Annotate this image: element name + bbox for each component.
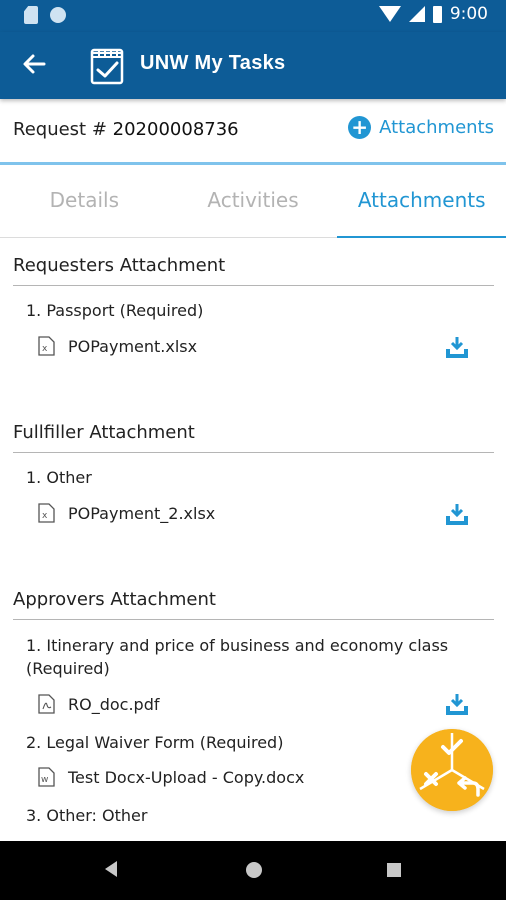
attachment-item-label: 1. Passport (Required) (26, 301, 204, 320)
tab-attachments[interactable]: Attachments (337, 165, 506, 238)
tab-bar: Details Activities Attachments (0, 165, 506, 238)
section-title-fulfiller: Fullfiller Attachment (13, 422, 195, 443)
excel-file-icon: x (38, 336, 55, 356)
svg-text:x: x (42, 344, 48, 354)
status-bar: 9:00 (0, 0, 506, 32)
plus-circle-icon: + (348, 116, 372, 139)
section-divider (13, 285, 494, 286)
nav-home-icon[interactable] (246, 862, 262, 878)
word-file-icon: w (38, 767, 55, 787)
tab-activities[interactable]: Activities (169, 165, 338, 237)
nav-recents-icon[interactable] (387, 863, 401, 877)
attachment-item-label: 1. Itinerary and price of business and e… (26, 636, 449, 678)
file-row[interactable]: w Test Docx-Upload - Copy.docx (38, 767, 304, 787)
svg-text:x: x (42, 511, 48, 521)
file-row[interactable]: x POPayment_2.xlsx (38, 503, 215, 523)
file-name: POPayment.xlsx (68, 336, 198, 356)
tasks-icon (90, 48, 124, 85)
attachment-item-label: 1. Other (26, 468, 92, 487)
pdf-file-icon (38, 694, 55, 714)
section-divider (13, 619, 494, 620)
request-label: Request # (13, 119, 113, 140)
wifi-icon (378, 6, 401, 22)
file-row[interactable]: RO_doc.pdf (38, 694, 159, 714)
task-actions-fab[interactable] (411, 729, 493, 811)
download-icon[interactable] (444, 503, 470, 527)
add-attachment-label: Attachments (379, 117, 494, 138)
attachment-item-label: 3. Other: Other (26, 806, 148, 825)
download-icon[interactable] (444, 693, 470, 717)
file-row[interactable]: x POPayment.xlsx (38, 336, 197, 356)
status-time: 9:00 (449, 4, 488, 24)
download-icon[interactable] (444, 336, 470, 360)
sd-card-icon (24, 6, 38, 24)
svg-text:w: w (41, 775, 48, 785)
request-id: 20200008736 (112, 119, 239, 140)
tab-details[interactable]: Details (0, 165, 169, 237)
notification-icon (50, 7, 66, 23)
file-name: Test Docx-Upload - Copy.docx (68, 767, 305, 787)
app-title: UNW My Tasks (140, 52, 286, 74)
section-title-approvers: Approvers Attachment (13, 589, 216, 610)
battery-icon (432, 5, 442, 23)
request-header: Request # 20200008736 + Attachments (0, 99, 506, 165)
excel-file-icon: x (38, 503, 55, 523)
file-name: RO_doc.pdf (68, 694, 160, 714)
section-divider (13, 452, 494, 453)
back-arrow-icon[interactable] (20, 50, 48, 78)
file-name: POPayment_2.xlsx (68, 503, 216, 523)
add-attachment-button[interactable]: + Attachments (348, 116, 494, 139)
attachment-item-label: 2. Legal Waiver Form (Required) (26, 733, 284, 752)
request-number: Request # 20200008736 (13, 119, 239, 140)
signal-icon (408, 6, 425, 22)
system-nav-bar (0, 841, 506, 900)
nav-back-icon[interactable] (105, 861, 117, 877)
app-bar: UNW My Tasks (0, 32, 506, 99)
section-title-requesters: Requesters Attachment (13, 255, 226, 276)
